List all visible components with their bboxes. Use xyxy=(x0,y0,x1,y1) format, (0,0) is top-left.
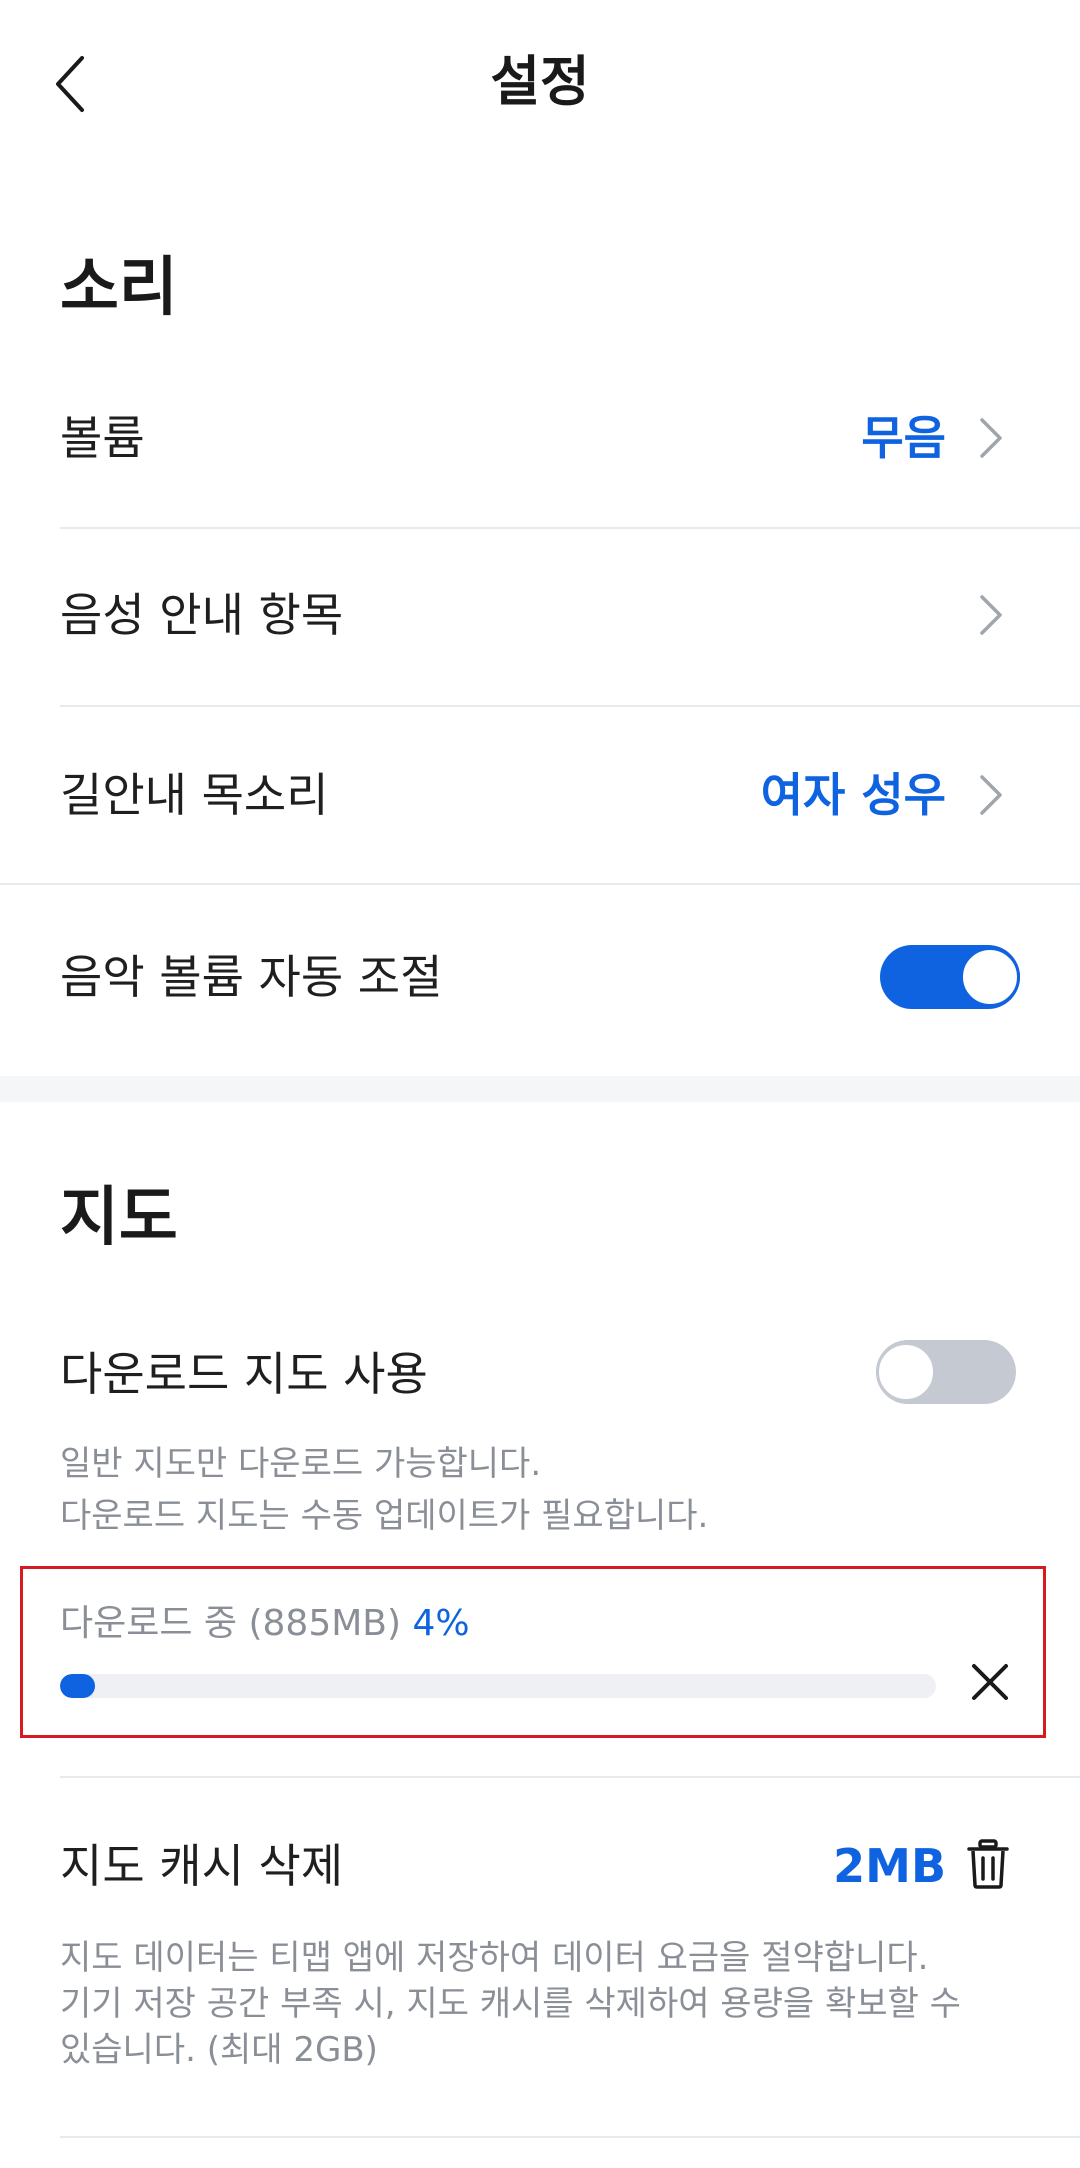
download-status-text: 다운로드 중 (885MB) xyxy=(60,1603,402,1644)
chevron-right-icon xyxy=(980,595,1002,635)
volume-label: 볼륨 xyxy=(60,411,145,465)
section-title-map: 지도 xyxy=(60,1181,178,1255)
guide-voice-row[interactable]: 길안내 목소리 여자 성우 xyxy=(0,707,1080,883)
music-auto-toggle[interactable] xyxy=(880,945,1020,1009)
divider xyxy=(60,1776,1080,1778)
trash-icon xyxy=(967,1839,1009,1889)
download-map-toggle[interactable] xyxy=(876,1340,1016,1404)
music-auto-label: 음악 볼륨 자동 조절 xyxy=(60,950,443,1004)
voice-items-row[interactable]: 음성 안내 항목 xyxy=(0,529,1080,705)
download-map-desc-1: 일반 지도만 다운로드 가능합니다. xyxy=(60,1444,542,1484)
section-divider xyxy=(0,1076,1080,1102)
chevron-right-icon xyxy=(980,418,1002,458)
map-cache-label: 지도 캐시 삭제 xyxy=(60,1839,344,1893)
close-icon xyxy=(972,1664,1008,1700)
voice-items-label: 음성 안내 항목 xyxy=(60,588,344,642)
map-cache-desc-3: 있습니다. (최대 2GB) xyxy=(60,2030,378,2070)
volume-value: 무음 xyxy=(861,411,946,465)
chevron-right-icon xyxy=(980,775,1002,815)
divider xyxy=(60,2136,1080,2138)
music-auto-row: 음악 볼륨 자동 조절 xyxy=(0,885,1080,1075)
map-cache-value: 2MB xyxy=(833,1839,946,1893)
cancel-download-button[interactable] xyxy=(966,1658,1014,1706)
section-title-sound: 소리 xyxy=(60,251,178,325)
download-progress-bar xyxy=(60,1674,936,1698)
delete-cache-button[interactable] xyxy=(966,1838,1010,1890)
volume-row[interactable]: 볼륨 무음 xyxy=(0,370,1080,526)
map-cache-desc-1: 지도 데이터는 티맵 앱에 저장하여 데이터 요금을 절약합니다. xyxy=(60,1938,929,1978)
map-cache-desc-2: 기기 저장 공간 부족 시, 지도 캐시를 삭제하여 용량을 확보할 수 xyxy=(60,1984,961,2024)
page-title: 설정 xyxy=(490,50,590,113)
guide-voice-label: 길안내 목소리 xyxy=(60,768,329,822)
download-percent: 4% xyxy=(412,1603,470,1644)
download-progress-fill xyxy=(60,1674,96,1698)
download-map-label: 다운로드 지도 사용 xyxy=(60,1347,428,1401)
download-status-highlight xyxy=(20,1566,1046,1738)
guide-voice-value: 여자 성우 xyxy=(760,768,946,822)
download-status-label: 다운로드 중 (885MB) 4% xyxy=(60,1600,470,1648)
download-map-desc-2: 다운로드 지도는 수동 업데이트가 필요합니다. xyxy=(60,1496,709,1536)
toggle-knob xyxy=(876,1342,936,1402)
toggle-knob xyxy=(960,947,1020,1007)
